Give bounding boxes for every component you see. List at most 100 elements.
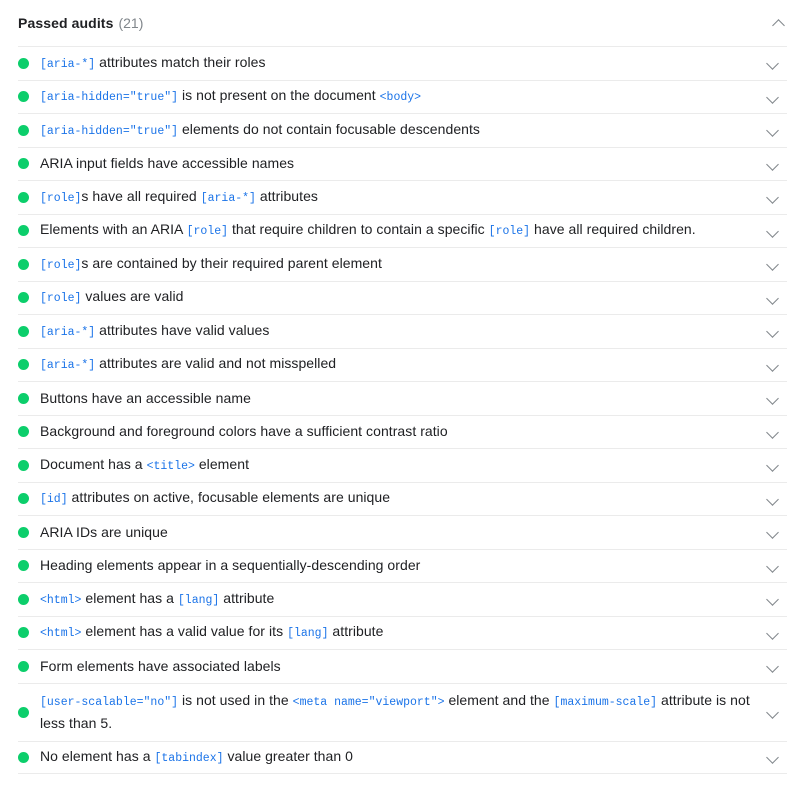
- chevron-down-icon[interactable]: [765, 491, 781, 507]
- section-count: (21): [118, 15, 143, 31]
- chevron-up-icon[interactable]: [771, 15, 787, 31]
- chevron-down-icon[interactable]: [765, 323, 781, 339]
- chevron-down-icon[interactable]: [765, 704, 781, 720]
- pass-status-dot: [18, 661, 29, 672]
- audit-title: [aria-hidden="true"] elements do not con…: [40, 119, 765, 142]
- pass-status-dot: [18, 359, 29, 370]
- chevron-down-icon[interactable]: [765, 223, 781, 239]
- code-token: <title>: [147, 460, 195, 473]
- pass-status-dot: [18, 594, 29, 605]
- chevron-down-icon[interactable]: [765, 424, 781, 440]
- chevron-down-icon[interactable]: [765, 189, 781, 205]
- code-token: <html>: [40, 627, 81, 640]
- chevron-down-icon[interactable]: [765, 357, 781, 373]
- chevron-down-icon[interactable]: [765, 390, 781, 406]
- audit-title: No element has a [tabindex] value greate…: [40, 746, 765, 769]
- code-token: [aria-*]: [40, 58, 95, 71]
- audit-row[interactable]: [aria-*] attributes have valid values: [18, 314, 787, 348]
- audit-row[interactable]: Background and foreground colors have a …: [18, 415, 787, 449]
- pass-status-dot: [18, 91, 29, 102]
- audit-title: Form elements have associated labels: [40, 656, 765, 677]
- chevron-down-icon[interactable]: [765, 457, 781, 473]
- chevron-down-icon[interactable]: [765, 55, 781, 71]
- chevron-down-icon[interactable]: [765, 122, 781, 138]
- audit-title: [user-scalable="no"] is not used in the …: [40, 690, 765, 734]
- chevron-down-icon[interactable]: [765, 156, 781, 172]
- pass-status-dot: [18, 426, 29, 437]
- chevron-down-icon[interactable]: [765, 89, 781, 105]
- code-token: [aria-hidden="true"]: [40, 91, 178, 104]
- audit-row[interactable]: [role]s are contained by their required …: [18, 247, 787, 281]
- audit-row[interactable]: <html> element has a valid value for its…: [18, 616, 787, 650]
- code-token: [role]: [40, 259, 81, 272]
- audit-title: [aria-hidden="true"] is not present on t…: [40, 85, 765, 108]
- pass-status-dot: [18, 326, 29, 337]
- audit-row[interactable]: [aria-hidden="true"] elements do not con…: [18, 113, 787, 147]
- audit-row[interactable]: [aria-*] attributes are valid and not mi…: [18, 348, 787, 382]
- audit-list: [aria-*] attributes match their roles[ar…: [0, 46, 805, 774]
- audit-title: [aria-*] attributes match their roles: [40, 52, 765, 75]
- audit-row[interactable]: [aria-*] attributes match their roles: [18, 46, 787, 80]
- audit-title: ARIA input fields have accessible names: [40, 153, 765, 174]
- pass-status-dot: [18, 192, 29, 203]
- code-token: [id]: [40, 493, 68, 506]
- audit-title: Heading elements appear in a sequentiall…: [40, 555, 765, 576]
- code-token: [lang]: [178, 594, 219, 607]
- audit-row[interactable]: Elements with an ARIA [role] that requir…: [18, 214, 787, 248]
- code-token: <meta name="viewport">: [293, 696, 445, 709]
- code-token: [aria-*]: [40, 326, 95, 339]
- audit-row[interactable]: [id] attributes on active, focusable ele…: [18, 482, 787, 516]
- audit-title: Document has a <title> element: [40, 454, 765, 477]
- code-token: [maximum-scale]: [554, 696, 658, 709]
- audit-title: ARIA IDs are unique: [40, 522, 765, 543]
- audit-title: Elements with an ARIA [role] that requir…: [40, 219, 765, 242]
- audit-title: <html> element has a [lang] attribute: [40, 588, 765, 611]
- code-token: [tabindex]: [154, 752, 223, 765]
- pass-status-dot: [18, 158, 29, 169]
- code-token: [aria-*]: [201, 192, 256, 205]
- audit-row[interactable]: [aria-hidden="true"] is not present on t…: [18, 80, 787, 114]
- audit-row[interactable]: Buttons have an accessible name: [18, 381, 787, 415]
- pass-status-dot: [18, 58, 29, 69]
- pass-status-dot: [18, 752, 29, 763]
- audit-row[interactable]: [role] values are valid: [18, 281, 787, 315]
- code-token: [user-scalable="no"]: [40, 696, 178, 709]
- audit-row[interactable]: Document has a <title> element: [18, 448, 787, 482]
- chevron-down-icon[interactable]: [765, 524, 781, 540]
- audit-row[interactable]: <html> element has a [lang] attribute: [18, 582, 787, 616]
- audit-title: [role] values are valid: [40, 286, 765, 309]
- audit-title: [role]s have all required [aria-*] attri…: [40, 186, 765, 209]
- code-token: [role]: [489, 225, 530, 238]
- audit-row[interactable]: No element has a [tabindex] value greate…: [18, 741, 787, 775]
- pass-status-dot: [18, 125, 29, 136]
- audit-title: <html> element has a valid value for its…: [40, 621, 765, 644]
- chevron-down-icon[interactable]: [765, 658, 781, 674]
- audit-row[interactable]: Heading elements appear in a sequentiall…: [18, 549, 787, 583]
- pass-status-dot: [18, 460, 29, 471]
- audit-title: Background and foreground colors have a …: [40, 421, 765, 442]
- audit-row[interactable]: Form elements have associated labels: [18, 649, 787, 683]
- code-token: [role]: [40, 192, 81, 205]
- audit-row[interactable]: [role]s have all required [aria-*] attri…: [18, 180, 787, 214]
- chevron-down-icon[interactable]: [765, 256, 781, 272]
- pass-status-dot: [18, 527, 29, 538]
- code-token: <body>: [380, 91, 421, 104]
- audit-row[interactable]: [user-scalable="no"] is not used in the …: [18, 683, 787, 741]
- audit-row[interactable]: ARIA IDs are unique: [18, 515, 787, 549]
- code-token: [role]: [187, 225, 228, 238]
- chevron-down-icon[interactable]: [765, 290, 781, 306]
- passed-audits-header[interactable]: Passed audits (21): [0, 0, 805, 46]
- code-token: <html>: [40, 594, 81, 607]
- audit-title: [role]s are contained by their required …: [40, 253, 765, 276]
- audit-row[interactable]: ARIA input fields have accessible names: [18, 147, 787, 181]
- pass-status-dot: [18, 560, 29, 571]
- pass-status-dot: [18, 225, 29, 236]
- chevron-down-icon[interactable]: [765, 558, 781, 574]
- chevron-down-icon[interactable]: [765, 625, 781, 641]
- code-token: [aria-*]: [40, 359, 95, 372]
- code-token: [lang]: [287, 627, 328, 640]
- pass-status-dot: [18, 493, 29, 504]
- audit-title: [aria-*] attributes are valid and not mi…: [40, 353, 765, 376]
- chevron-down-icon[interactable]: [765, 591, 781, 607]
- chevron-down-icon[interactable]: [765, 749, 781, 765]
